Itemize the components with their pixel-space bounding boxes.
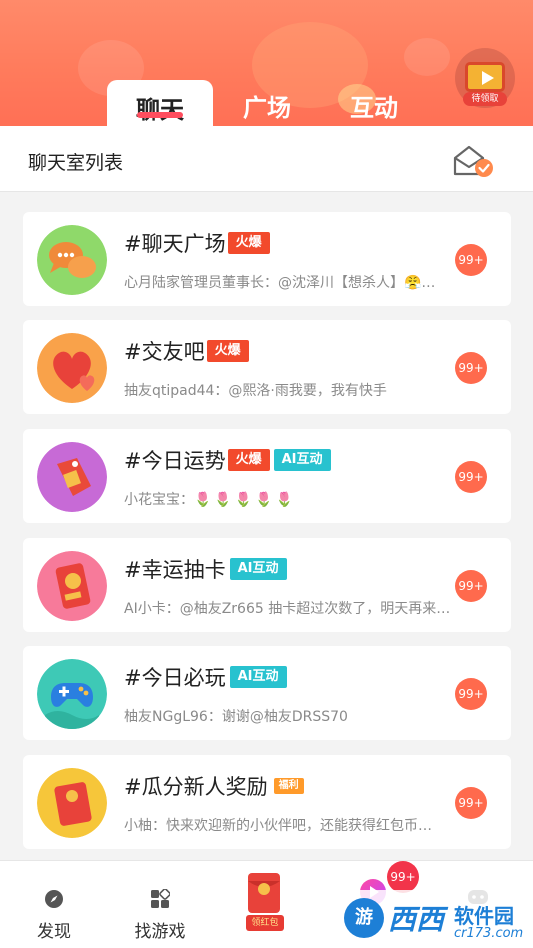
chatroom-card[interactable]: #瓜分新人奖励 福利 小柚：快来欢迎新的小伙伴吧，还能获得红包币… 99+ [23,755,511,849]
message-sender: 小花宝宝： [124,492,194,508]
grid-icon [151,888,171,908]
chatroom-card[interactable]: #幸运抽卡 AI互动 AI小卡：@柚友Zr665 抽卡超过次数了，明天再来… 9… [23,538,511,632]
top-header: 聊天 广场 互动 待领取 [0,0,533,128]
chatroom-card[interactable]: #今日运势 火爆 AI互动 小花宝宝：🌷🌷🌷🌷🌷 99+ [23,429,511,523]
chatroom-title: #幸运抽卡 [124,558,226,582]
unread-badge: 99+ [455,244,487,276]
chatroom-last-message: 小柚：快来欢迎新的小伙伴吧，还能获得红包币… [124,818,432,834]
red-envelope-icon[interactable] [244,867,284,917]
gift-chest-button[interactable]: 待领取 [455,48,515,108]
section-header: 聊天室列表 [0,126,533,192]
unread-badge: 99+ [455,570,487,602]
chatroom-title: #交友吧 [124,340,205,364]
chatroom-last-message: 小花宝宝：🌷🌷🌷🌷🌷 [124,489,454,509]
chatroom-last-message: 柚友NGgL96：谢谢@柚友DRSS70 [124,709,348,725]
watermark-name: 软件园 [454,904,514,928]
chatroom-card[interactable]: #交友吧 火爆 抽友qtipad44：@熙洛·雨我要，我有快手 99+ [23,320,511,414]
chatroom-title-row: #聊天广场 火爆 [124,228,270,258]
hot-tag: 火爆 [206,340,249,362]
compass-icon [45,890,63,908]
hot-tag: 火爆 [227,232,270,254]
ai-tag: AI互动 [273,449,331,471]
tab-active-indicator [137,112,183,118]
chatroom-last-message: 心月陆家管理员董事长：@沈泽川【想杀人】😤… [124,275,436,291]
gift-chest-label: 待领取 [463,92,507,106]
chatroom-card[interactable]: #今日必玩 AI互动 柚友NGgL96：谢谢@柚友DRSS70 99+ [23,646,511,740]
red-envelope-avatar-icon [37,768,107,838]
chatroom-title-row: #交友吧 火爆 [124,336,249,366]
nav-find-games[interactable]: 找游戏 [130,861,190,942]
watermark-url: cr173.com [454,926,524,941]
unread-badge: 99+ [455,787,487,819]
nav-discover-label: 发现 [37,922,71,942]
fortune-tag-avatar-icon [37,442,107,512]
tab-interact[interactable]: 互动 [350,88,398,123]
section-title: 聊天室列表 [28,152,124,174]
mail-read-icon[interactable] [452,144,494,178]
nav-unread-badge: 99+ [387,861,419,893]
flower-emoji: 🌷🌷🌷🌷🌷 [194,492,297,508]
chat-bubble-avatar-icon [37,225,107,295]
chatroom-title: #瓜分新人奖励 [124,775,268,799]
chatroom-last-message: 抽友qtipad44：@熙洛·雨我要，我有快手 [124,383,387,399]
lucky-card-avatar-icon [37,551,107,621]
watermark-brand: 西西 [388,903,445,936]
chatroom-title: #今日必玩 [124,666,226,690]
heart-avatar-icon [37,333,107,403]
nav-find-games-label: 找游戏 [134,922,186,942]
play-icon [482,71,494,85]
watermark-circle: 游 [344,898,384,938]
chatroom-title: #今日运势 [124,449,226,473]
unread-badge: 99+ [455,352,487,384]
decor-blob [404,38,450,76]
gift-chest-icon [465,62,505,92]
chatroom-title: #聊天广场 [124,232,226,256]
ai-tag: AI互动 [229,666,287,688]
chatroom-title-row: #瓜分新人奖励 福利 [124,771,304,801]
red-envelope-label: 领红包 [246,915,284,931]
hot-tag: 火爆 [227,449,270,471]
gamepad-avatar-icon [37,659,107,729]
chatroom-last-message: AI小卡：@柚友Zr665 抽卡超过次数了，明天再来… [124,601,451,617]
unread-badge: 99+ [455,678,487,710]
nav-discover[interactable]: 发现 [34,861,74,942]
chatroom-title-row: #幸运抽卡 AI互动 [124,554,287,584]
welfare-tag: 福利 [273,778,304,794]
chatroom-title-row: #今日必玩 AI互动 [124,662,287,692]
unread-badge: 99+ [455,461,487,493]
tab-square[interactable]: 广场 [243,88,291,123]
ai-tag: AI互动 [229,558,287,580]
tab-chat[interactable]: 聊天 [107,80,213,128]
chatroom-title-row: #今日运势 火爆 AI互动 [124,445,331,475]
chatroom-card[interactable]: #聊天广场 火爆 心月陆家管理员董事长：@沈泽川【想杀人】😤… 99+ [23,212,511,306]
watermark-logo: 游 西西 软件园 cr173.com [338,890,533,948]
